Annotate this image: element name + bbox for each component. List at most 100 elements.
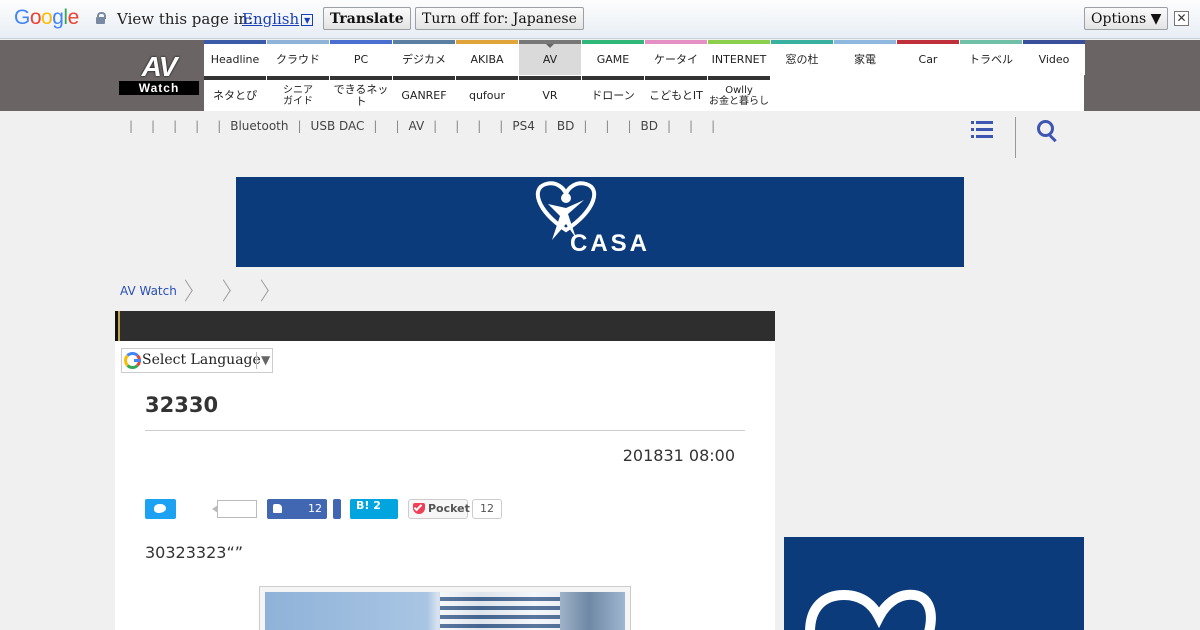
nav-item[interactable]: Headline bbox=[204, 40, 266, 75]
sub-nav-separator: | bbox=[195, 119, 200, 133]
sub-nav-separator: | bbox=[217, 119, 222, 133]
heart-figure-icon bbox=[805, 589, 936, 630]
sub-nav-link[interactable]: Bluetooth bbox=[230, 119, 288, 133]
translate-language: English bbox=[242, 10, 300, 28]
sub-nav-separator: | bbox=[711, 119, 716, 133]
breadcrumb-home[interactable]: AV Watch bbox=[120, 284, 177, 298]
sub-nav-separator: | bbox=[667, 119, 672, 133]
nav-item[interactable]: PC bbox=[330, 40, 392, 75]
close-icon[interactable]: ✕ bbox=[1174, 11, 1189, 26]
sub-nav-link[interactable]: BD bbox=[641, 119, 658, 133]
nav-item[interactable]: 窓の杜 bbox=[771, 40, 833, 75]
sub-nav-separator: | bbox=[129, 119, 134, 133]
nav-item[interactable]: GAME bbox=[582, 40, 644, 75]
nav-item-label: トラベル bbox=[969, 52, 1013, 66]
nav-item[interactable]: GANREF bbox=[393, 76, 455, 111]
article-date: 201831 08:00 bbox=[622, 446, 735, 465]
sub-nav-link[interactable]: USB DAC bbox=[311, 119, 365, 133]
breadcrumb: AV Watch bbox=[120, 280, 291, 302]
site-logo[interactable]: AV Watch bbox=[119, 51, 199, 95]
turn-off-button[interactable]: Turn off for: Japanese bbox=[415, 7, 584, 30]
sub-nav-separator: | bbox=[605, 119, 610, 133]
nav-item[interactable]: VR bbox=[519, 76, 581, 111]
google-logo: Google bbox=[14, 6, 79, 29]
facebook-share-button[interactable] bbox=[333, 499, 341, 519]
nav-item-label: 窓の杜 bbox=[785, 52, 819, 66]
nav-item[interactable]: 家電 bbox=[834, 40, 896, 75]
nav-item[interactable]: Video bbox=[1023, 40, 1085, 75]
nav-item[interactable]: デジカメ bbox=[393, 40, 455, 75]
nav-item-label: デジカメ bbox=[402, 52, 446, 66]
nav-item[interactable]: できるネット bbox=[330, 76, 392, 111]
nav-item-label: INTERNET bbox=[711, 52, 767, 66]
nav-item-label: Headline bbox=[210, 52, 260, 66]
sub-nav-link[interactable]: BD bbox=[557, 119, 574, 133]
casa-logo: CASA bbox=[526, 180, 676, 264]
search-icon[interactable] bbox=[1037, 120, 1059, 142]
article-photo[interactable] bbox=[259, 586, 631, 630]
sub-nav-separator: | bbox=[689, 119, 694, 133]
twitter-icon[interactable] bbox=[145, 499, 176, 519]
nav-item-label: Owlly お金と暮らし bbox=[709, 84, 769, 107]
select-language-widget[interactable]: Select Language ▼ bbox=[121, 348, 273, 373]
side-ad[interactable] bbox=[784, 537, 1084, 630]
nav-item[interactable]: ネタとぴ bbox=[204, 76, 266, 111]
chevron-down-icon: ▼ bbox=[256, 352, 270, 369]
sub-nav-separator: | bbox=[627, 119, 632, 133]
nav-item-label: Car bbox=[918, 52, 938, 66]
nav-item[interactable]: シニア ガイド bbox=[267, 76, 329, 111]
sub-nav-separator: | bbox=[151, 119, 156, 133]
sub-nav-separator: | bbox=[583, 119, 588, 133]
article-card: Select Language ▼ 32330 201831 08:00 12 … bbox=[115, 311, 775, 630]
sub-nav-separator: | bbox=[543, 119, 548, 133]
chevron-right-icon bbox=[259, 280, 269, 302]
nav-item[interactable]: AKIBA bbox=[456, 40, 518, 75]
logo-av: AV bbox=[141, 51, 178, 82]
nav-item[interactable]: クラウド bbox=[267, 40, 329, 75]
nav-item[interactable]: AV bbox=[519, 40, 581, 75]
nav-item-label: ドローン bbox=[591, 88, 635, 102]
nav-item-label: AV bbox=[542, 52, 558, 66]
nav-item[interactable]: qufour bbox=[456, 76, 518, 111]
nav-item[interactable]: Owlly お金と暮らし bbox=[708, 76, 770, 111]
category-nav-row-2: ネタとぴ シニア ガイド できるネット GANREF qufour VR ドローン こどもとI… bbox=[204, 76, 771, 111]
chevron-down-icon: ▼ bbox=[301, 14, 314, 26]
nav-item-label: 家電 bbox=[854, 52, 876, 66]
sub-nav-separator: | bbox=[433, 119, 438, 133]
sub-nav-link[interactable]: AV bbox=[409, 119, 425, 133]
nav-item[interactable]: トラベル bbox=[960, 40, 1022, 75]
category-nav: Headline クラウド PC デジカメ AKIBA AV GAME ケータイ INTERNE… bbox=[204, 40, 1085, 111]
sub-nav-separator: | bbox=[499, 119, 504, 133]
banner-ad[interactable]: CASA bbox=[236, 177, 964, 267]
translate-button[interactable]: Translate bbox=[323, 7, 411, 30]
casa-word: CASA bbox=[570, 230, 651, 257]
translate-prompt: View this page in: bbox=[117, 10, 254, 28]
facebook-like-button[interactable]: 12 bbox=[267, 499, 327, 519]
nav-item[interactable]: ケータイ bbox=[645, 40, 707, 75]
article-photo-image bbox=[265, 592, 625, 630]
nav-item-label: GAME bbox=[596, 52, 630, 66]
pocket-label: Pocket bbox=[428, 502, 470, 515]
nav-item[interactable]: こどもとIT bbox=[645, 76, 707, 111]
nav-item-label: できるネット bbox=[333, 82, 389, 108]
nav-item-label: qufour bbox=[468, 88, 506, 102]
pocket-button[interactable]: Pocket bbox=[408, 499, 470, 519]
nav-item[interactable]: Car bbox=[897, 40, 959, 75]
lock-icon bbox=[96, 12, 106, 24]
nav-item[interactable]: INTERNET bbox=[708, 40, 770, 75]
nav-item-label: クラウド bbox=[276, 52, 320, 66]
translate-language-select[interactable]: English ▼ bbox=[242, 10, 314, 28]
hatena-bookmark-button[interactable]: B! 2 bbox=[350, 499, 398, 519]
nav-item-label: ネタとぴ bbox=[213, 88, 257, 102]
sub-nav-separator: | bbox=[477, 119, 482, 133]
menu-icon[interactable] bbox=[971, 121, 993, 139]
nav-item[interactable]: ドローン bbox=[582, 76, 644, 111]
sub-nav-separator: | bbox=[373, 119, 378, 133]
nav-item-label: ケータイ bbox=[654, 52, 698, 66]
sub-nav-separator: | bbox=[395, 119, 400, 133]
sub-nav-separator: | bbox=[297, 119, 302, 133]
sub-nav-link[interactable]: PS4 bbox=[512, 119, 535, 133]
options-button[interactable]: Options ▼ bbox=[1084, 7, 1169, 30]
nav-item-label: AKIBA bbox=[470, 52, 504, 66]
nav-item-label: GANREF bbox=[401, 88, 447, 102]
